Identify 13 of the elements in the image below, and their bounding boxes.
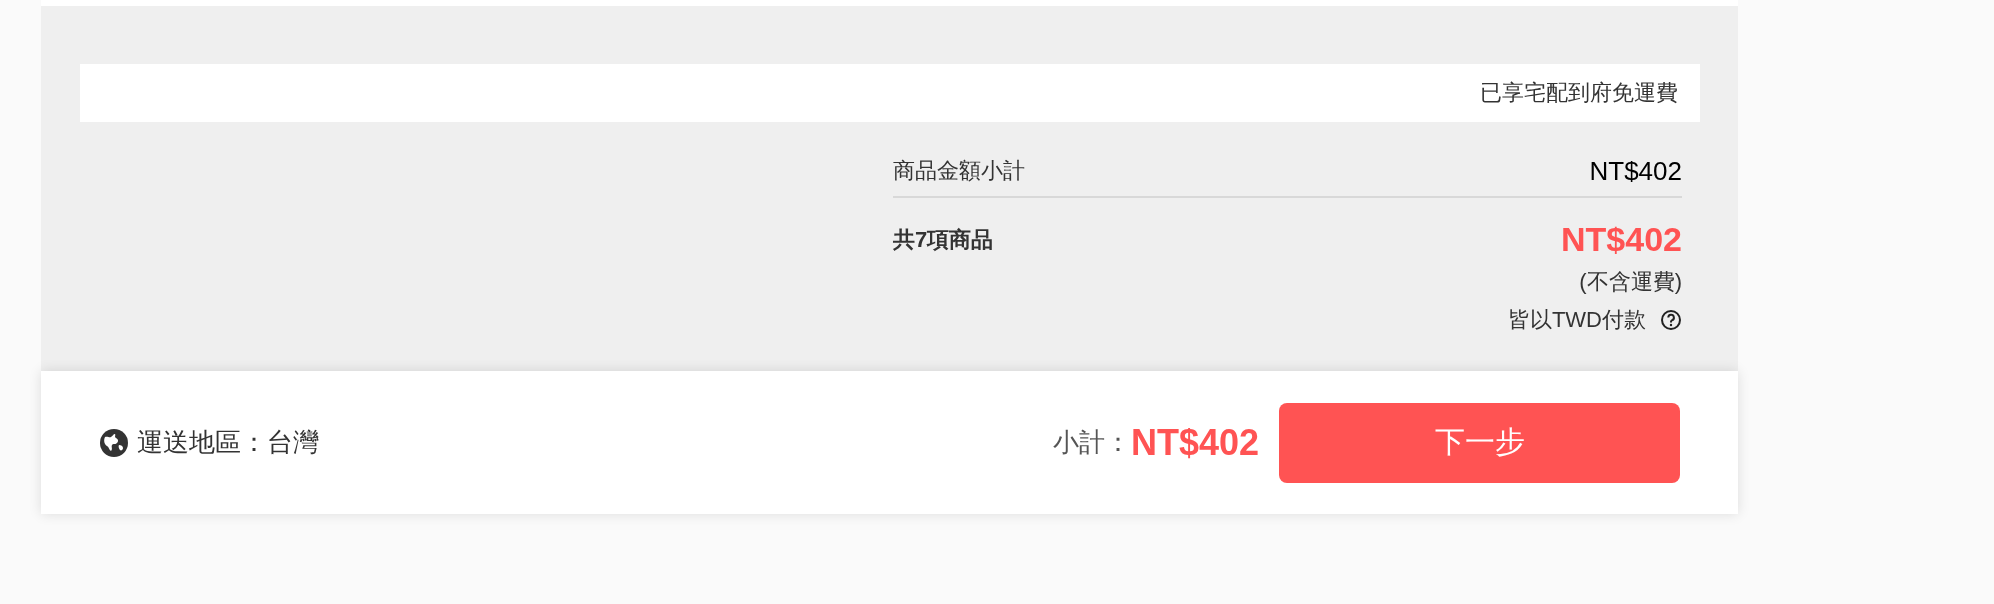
subtotal-label: 商品金額小計 xyxy=(893,157,1025,185)
shipping-region-label: 運送地區：台灣 xyxy=(137,426,319,459)
item-count-label: 共7項商品 xyxy=(893,225,994,254)
subtotal-value: NT$402 xyxy=(1130,421,1259,464)
help-icon[interactable] xyxy=(1660,309,1682,331)
next-step-button[interactable]: 下一步 xyxy=(1279,402,1680,483)
subtotal-label: 小計： xyxy=(1052,426,1131,459)
shipping-notice-bar: 已享宅配到府免運費 xyxy=(80,64,1700,122)
total-value: NT$402 xyxy=(1561,220,1682,259)
currency-note: 皆以TWD付款 xyxy=(1507,306,1646,334)
globe-icon xyxy=(99,427,129,458)
shipping-note: (不含運費) xyxy=(1579,268,1682,296)
subtotal-value: NT$402 xyxy=(1589,155,1682,187)
